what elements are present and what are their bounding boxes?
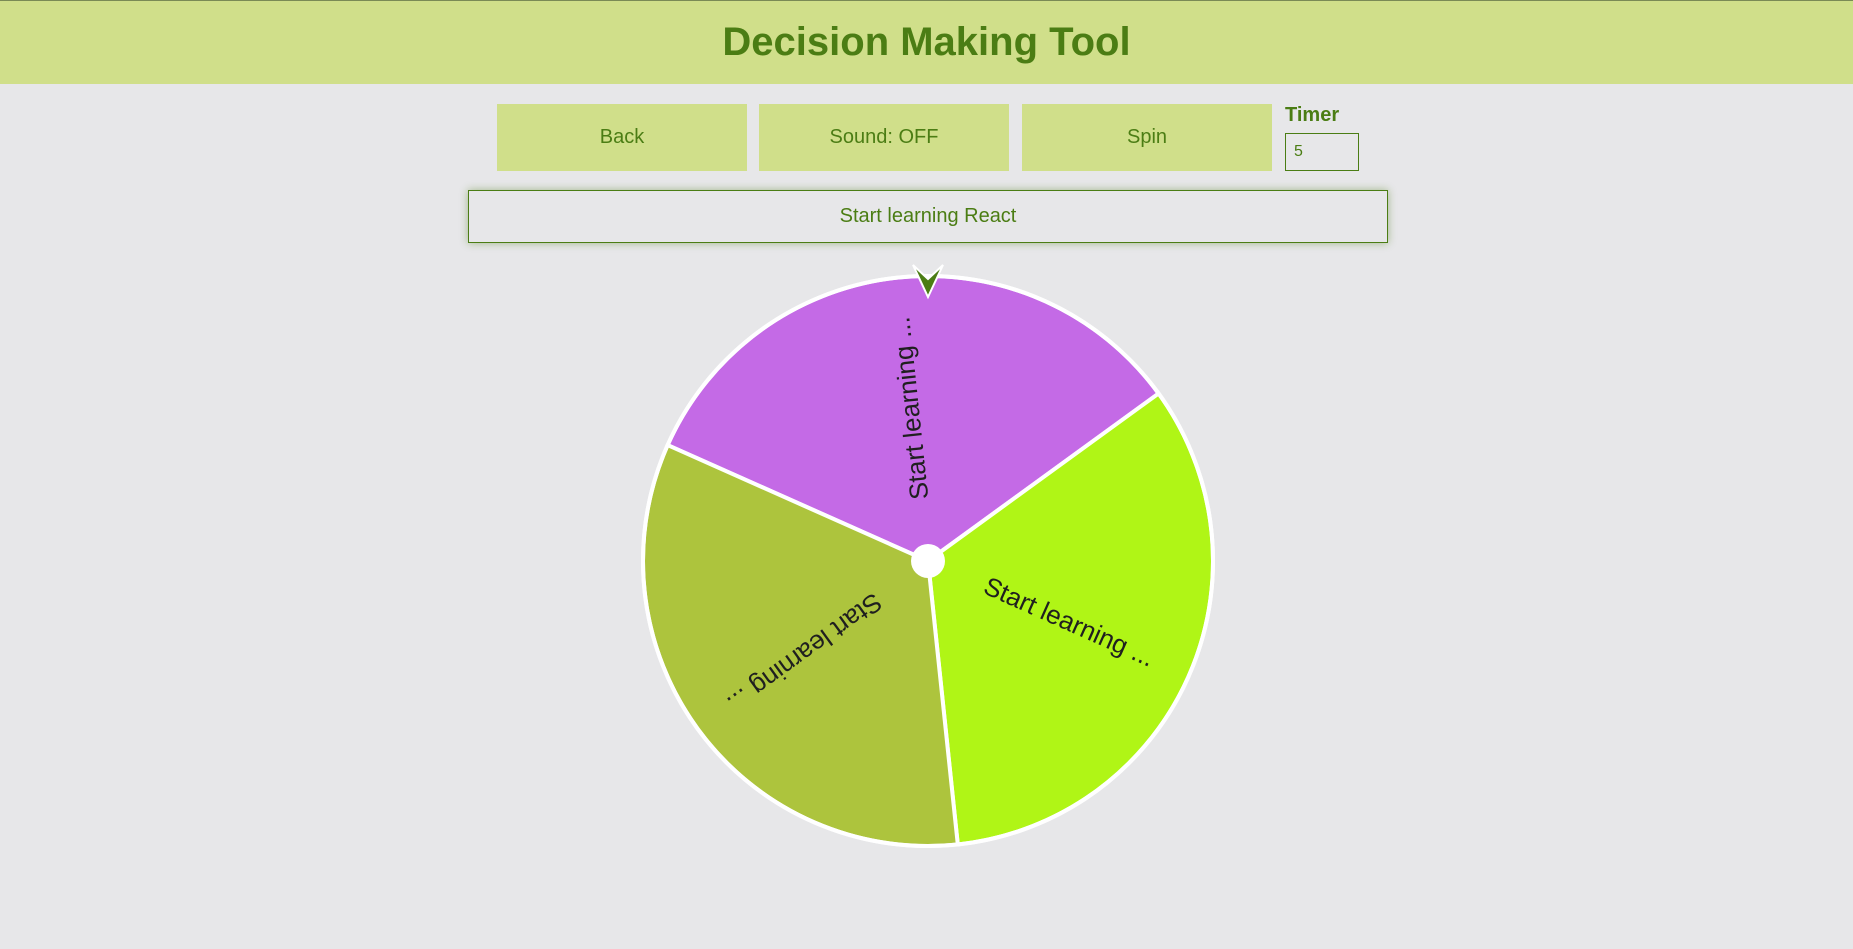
decision-wheel[interactable]: Start learning ...Start learning ...Star… [0,0,1853,949]
wheel-center-hub [911,544,945,578]
